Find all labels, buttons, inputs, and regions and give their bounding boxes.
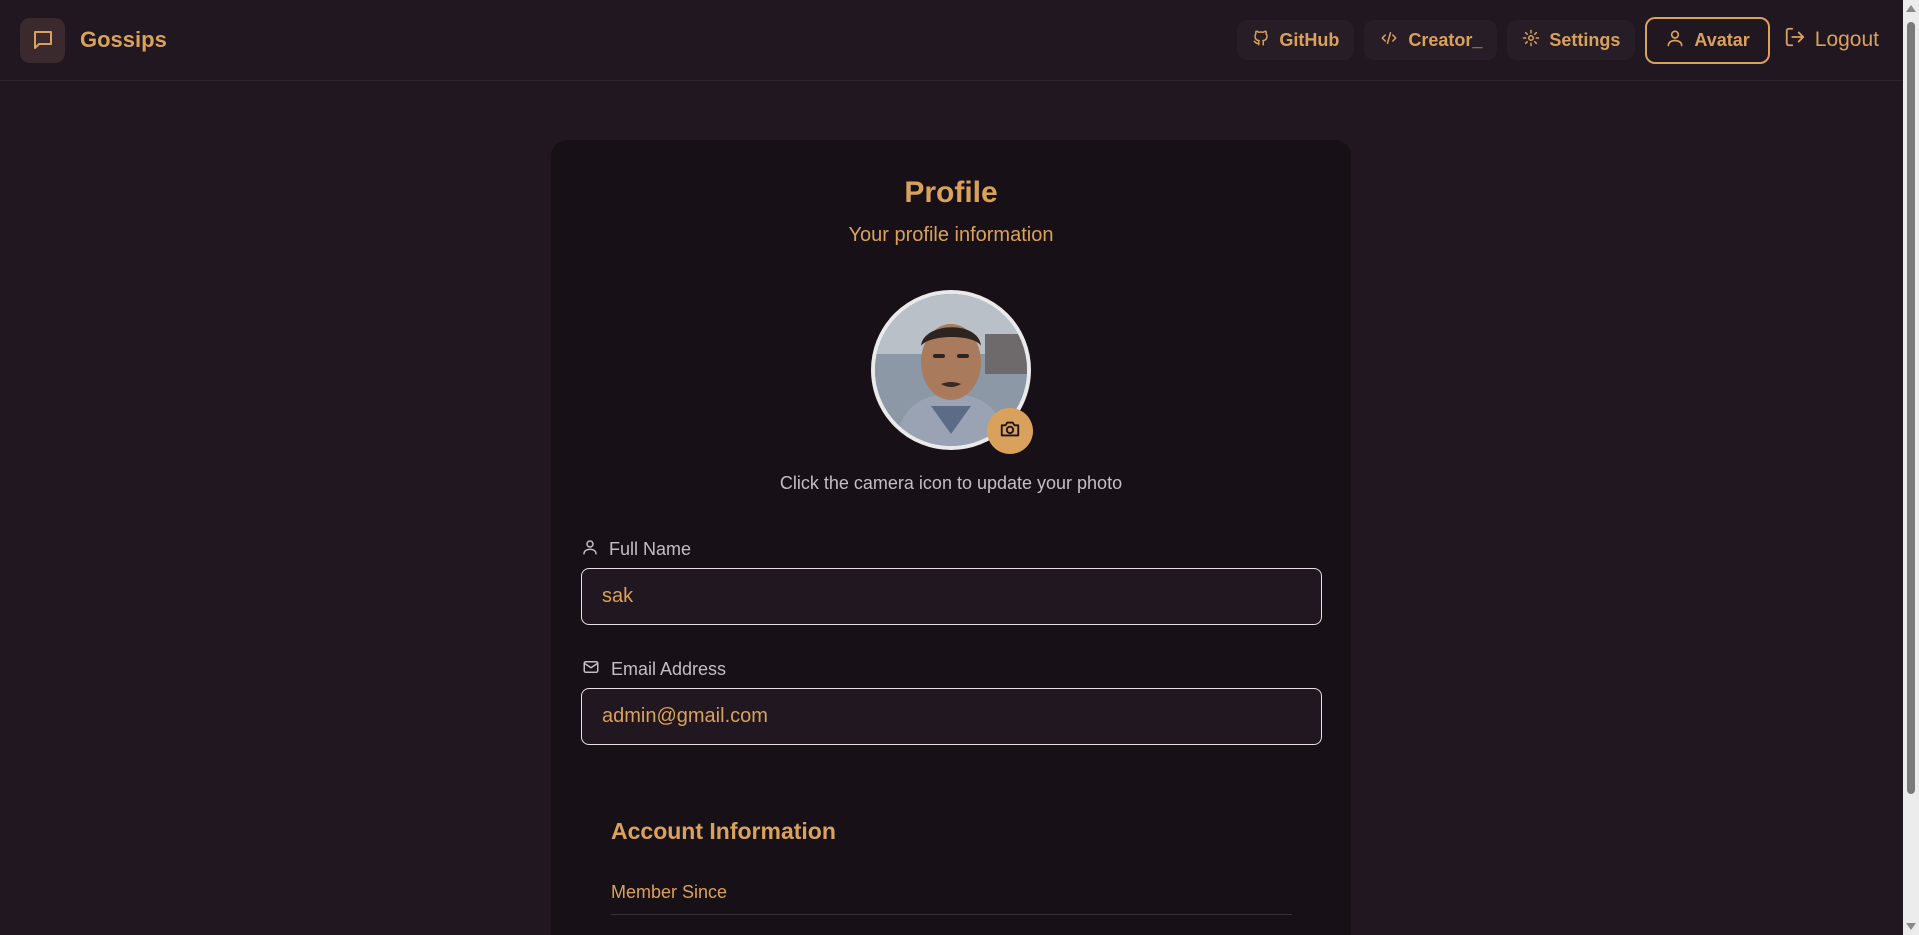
mail-icon xyxy=(581,658,601,681)
logout-label: Logout xyxy=(1814,28,1879,51)
full-name-value: sak xyxy=(602,585,634,607)
page-title: Profile xyxy=(904,176,998,209)
avatar-button[interactable]: Avatar xyxy=(1645,16,1770,64)
github-icon xyxy=(1252,29,1270,52)
full-name-field[interactable]: sak xyxy=(581,568,1322,625)
photo-hint: Click the camera icon to update your pho… xyxy=(779,473,1123,493)
camera-icon xyxy=(999,418,1021,445)
settings-label: Settings xyxy=(1549,29,1621,50)
page-subtitle: Your profile information xyxy=(848,224,1054,246)
account-info-title: Account Information xyxy=(611,818,836,844)
full-name-label: Full Name xyxy=(581,538,691,561)
scroll-up-arrow-icon[interactable] xyxy=(1906,5,1916,12)
scroll-thumb[interactable] xyxy=(1907,22,1915,794)
user-icon xyxy=(1665,28,1685,53)
code-icon xyxy=(1379,29,1399,52)
user-icon xyxy=(581,538,599,561)
email-label-text: Email Address xyxy=(611,659,727,679)
navbar: Gossips GitHub Creator_ Settings Avatar … xyxy=(0,0,1903,81)
full-name-label-text: Full Name xyxy=(609,539,692,559)
chat-bubble-icon xyxy=(20,17,65,63)
email-label: Email Address xyxy=(581,658,726,681)
creator-button[interactable]: Creator_ xyxy=(1364,20,1498,60)
logout-button[interactable]: Logout xyxy=(1780,20,1883,60)
camera-button[interactable] xyxy=(987,408,1033,454)
member-since-label: Member Since xyxy=(611,882,728,902)
email-field[interactable]: admin@gmail.com xyxy=(581,688,1322,745)
github-label: GitHub xyxy=(1279,29,1340,50)
profile-card: Profile Your profile information Click t… xyxy=(551,140,1351,935)
scrollbar[interactable] xyxy=(1903,0,1919,935)
brand-name: Gossips xyxy=(80,27,167,52)
logout-icon xyxy=(1784,26,1806,54)
nav-actions: GitHub Creator_ Settings Avatar Logout xyxy=(1237,16,1883,64)
settings-button[interactable]: Settings xyxy=(1507,20,1636,60)
creator-label: Creator_ xyxy=(1408,29,1483,50)
avatar-label: Avatar xyxy=(1694,29,1750,50)
gear-icon xyxy=(1522,29,1540,52)
scroll-down-arrow-icon[interactable] xyxy=(1906,923,1916,930)
avatar-container xyxy=(871,290,1033,454)
divider xyxy=(611,914,1292,915)
github-button[interactable]: GitHub xyxy=(1237,20,1355,60)
email-value: admin@gmail.com xyxy=(602,705,768,727)
brand[interactable]: Gossips xyxy=(20,17,167,63)
